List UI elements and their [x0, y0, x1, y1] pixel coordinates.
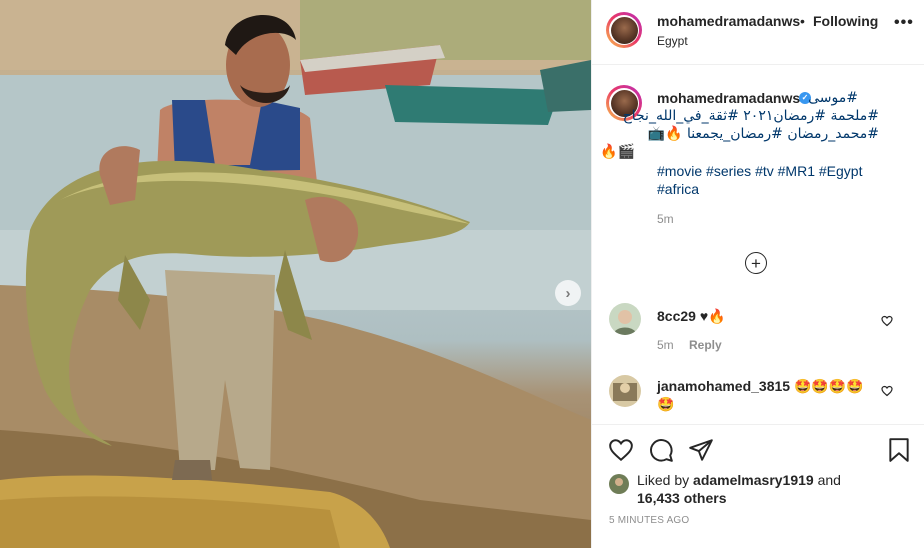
hashtag-link[interactable]: #Egypt: [819, 163, 863, 179]
hashtag-link[interactable]: #movie: [657, 163, 702, 179]
photo-illustration: [0, 0, 591, 548]
comment-time: 5m: [657, 338, 674, 352]
avatar-image: [609, 303, 641, 335]
comment-icon[interactable]: [648, 437, 674, 463]
post-actions: Liked by adamelmasry1919 and 16,433 othe…: [592, 424, 924, 549]
caption-hashtags: #movie #series #tv #MR1 #Egypt #africa: [657, 162, 887, 198]
chevron-right-icon: ›: [565, 284, 571, 302]
hashtag-link[interactable]: #africa: [657, 181, 699, 197]
commenter-avatar[interactable]: [609, 375, 641, 407]
avatar-image: [610, 16, 638, 44]
caption-hashtag-line[interactable]: #محمد_رمضان #رمضان_يجمعنا 🔥📺: [648, 126, 879, 142]
author-avatar[interactable]: [606, 12, 642, 48]
hashtag-link[interactable]: #series: [706, 163, 751, 179]
comment-username[interactable]: 8cc29: [657, 308, 696, 324]
next-photo-button[interactable]: ›: [555, 280, 581, 306]
comment-text: ♥🔥: [699, 308, 726, 324]
heart-icon[interactable]: [608, 437, 634, 463]
liker-username[interactable]: adamelmasry1919: [693, 472, 814, 488]
heart-icon[interactable]: [881, 315, 893, 327]
caption-time: 5m: [657, 212, 674, 226]
likes-summary: Liked by adamelmasry1919 and 16,433 othe…: [637, 471, 897, 507]
caption-hashtag-line[interactable]: #موسى: [808, 90, 858, 106]
header-separator: •: [800, 13, 805, 29]
post-timestamp[interactable]: 5 MINUTES AGO: [609, 515, 689, 526]
heart-icon[interactable]: [881, 385, 893, 397]
load-more-comments-button[interactable]: +: [745, 252, 767, 274]
caption-emoji-line: 🔥🎬: [600, 144, 635, 160]
liker-avatar[interactable]: [609, 474, 629, 494]
post-sidebar: mohamedramadanws • Following Egypt ••• m…: [591, 0, 924, 548]
caption-username[interactable]: mohamedramadanws: [657, 90, 800, 106]
following-button[interactable]: Following: [813, 13, 878, 29]
commenter-avatar[interactable]: [609, 303, 641, 335]
post-photo[interactable]: ›: [0, 0, 591, 548]
bookmark-icon[interactable]: [886, 437, 912, 463]
more-options-icon[interactable]: •••: [894, 14, 914, 32]
comment-username[interactable]: janamohamed_3815: [657, 378, 790, 394]
hashtag-link[interactable]: #MR1: [778, 163, 815, 179]
reply-button[interactable]: Reply: [689, 338, 722, 352]
likes-count[interactable]: 16,433 others: [637, 490, 727, 506]
share-icon[interactable]: [688, 437, 714, 463]
post-header: mohamedramadanws • Following Egypt •••: [592, 0, 924, 65]
hashtag-link[interactable]: #tv: [755, 163, 774, 179]
likes-prefix: Liked by: [637, 472, 690, 488]
avatar-image: [609, 375, 641, 407]
likes-and: and: [817, 472, 841, 488]
author-username[interactable]: mohamedramadanws: [657, 13, 800, 29]
caption-hashtag-line[interactable]: #ملحمة #رمضان٢٠٢١ #ثقة_في_الله_نجاح: [623, 108, 879, 124]
plus-icon: +: [751, 253, 761, 273]
avatar-image: [609, 474, 629, 494]
post-location[interactable]: Egypt: [657, 34, 688, 48]
